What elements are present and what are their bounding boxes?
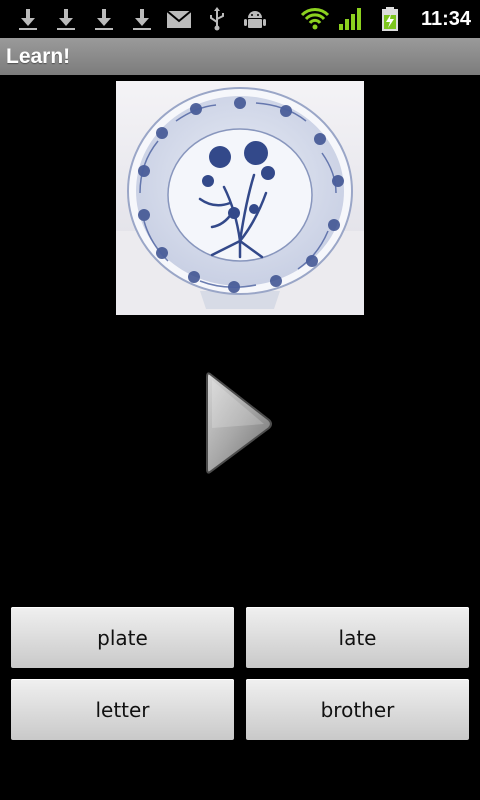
plate-image-icon xyxy=(116,81,364,315)
answer-button-plate[interactable]: plate xyxy=(11,607,234,668)
download-icon xyxy=(57,9,75,30)
play-button[interactable] xyxy=(198,368,282,480)
answer-button-late[interactable]: late xyxy=(246,607,469,668)
answer-button-letter[interactable]: letter xyxy=(11,679,234,740)
download-icon xyxy=(133,9,151,30)
usb-icon xyxy=(210,7,224,31)
title-bar: Learn! xyxy=(0,38,480,75)
battery-charging-icon xyxy=(382,7,398,31)
status-bar: 11:34 xyxy=(0,0,480,38)
answer-button-brother[interactable]: brother xyxy=(246,679,469,740)
play-icon xyxy=(206,372,272,474)
clock: 11:34 xyxy=(420,8,471,30)
signal-icon xyxy=(339,8,361,30)
download-icon xyxy=(19,9,37,30)
app-title: Learn! xyxy=(6,45,71,68)
android-debug-icon xyxy=(244,11,266,28)
word-picture xyxy=(116,81,364,315)
mail-icon xyxy=(166,10,192,28)
wifi-icon xyxy=(300,8,330,30)
download-icon xyxy=(95,9,113,30)
